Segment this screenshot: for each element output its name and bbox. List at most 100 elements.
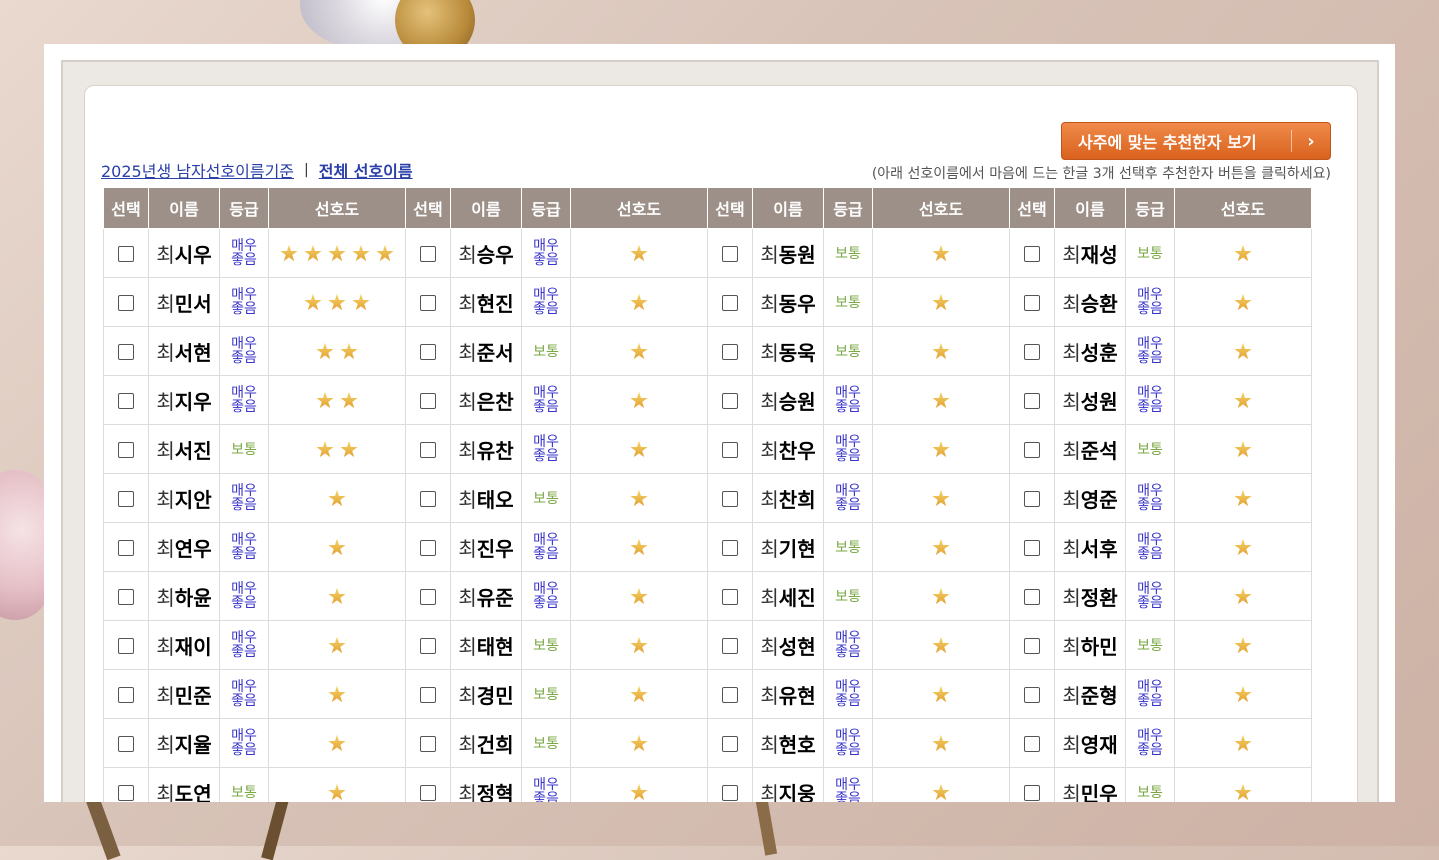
name-checkbox[interactable] bbox=[722, 638, 738, 654]
given-name-text: 성현 bbox=[778, 634, 816, 659]
name-checkbox[interactable] bbox=[1024, 442, 1040, 458]
name-checkbox[interactable] bbox=[118, 736, 134, 752]
surname-text: 최 bbox=[1062, 438, 1081, 463]
name-checkbox[interactable] bbox=[420, 344, 436, 360]
surname-text: 최 bbox=[760, 438, 779, 463]
name-checkbox[interactable] bbox=[1024, 344, 1040, 360]
given-name-text: 재성 bbox=[1080, 242, 1118, 267]
name-checkbox[interactable] bbox=[1024, 246, 1040, 262]
name-checkbox[interactable] bbox=[118, 589, 134, 605]
select-cell bbox=[1009, 718, 1055, 768]
name-cell: 최영준 bbox=[1054, 473, 1126, 523]
name-checkbox[interactable] bbox=[420, 785, 436, 801]
preference-cell bbox=[872, 473, 1010, 523]
name-checkbox[interactable] bbox=[118, 540, 134, 556]
grade-label: 매우좋음 bbox=[835, 727, 861, 758]
given-name-text: 유찬 bbox=[476, 438, 514, 463]
filter-link-all[interactable]: 전체 선호이름 bbox=[319, 158, 413, 182]
name-checkbox[interactable] bbox=[420, 589, 436, 605]
name-checkbox[interactable] bbox=[420, 687, 436, 703]
name-cell: 최지율 bbox=[148, 718, 220, 768]
name-checkbox[interactable] bbox=[722, 785, 738, 801]
grade-label: 보통 bbox=[533, 344, 559, 360]
name-cell: 최경민 bbox=[450, 669, 522, 719]
grade-cell: 매우좋음 bbox=[219, 620, 269, 670]
name-cell: 최준형 bbox=[1054, 669, 1126, 719]
grade-cell: 보통 bbox=[219, 424, 269, 474]
table-row: 최시우 매우좋음 최승우 매우좋음 최동원 보통 최재성 보통 bbox=[103, 228, 1312, 278]
name-checkbox[interactable] bbox=[1024, 785, 1040, 801]
recommend-hanja-button[interactable]: 사주에 맞는 추천한자 보기 › bbox=[1061, 122, 1331, 160]
preference-cell bbox=[872, 669, 1010, 719]
preference-cell bbox=[1174, 375, 1312, 425]
preference-cell bbox=[872, 375, 1010, 425]
star-icon bbox=[1234, 342, 1252, 360]
name-checkbox[interactable] bbox=[722, 589, 738, 605]
name-cell: 최서진 bbox=[148, 424, 220, 474]
select-cell bbox=[1009, 571, 1055, 621]
grade-label: 매우좋음 bbox=[231, 727, 257, 758]
name-checkbox[interactable] bbox=[420, 295, 436, 311]
name-checkbox[interactable] bbox=[118, 295, 134, 311]
name-checkbox[interactable] bbox=[722, 442, 738, 458]
name-checkbox[interactable] bbox=[118, 491, 134, 507]
surname-text: 최 bbox=[1062, 389, 1081, 414]
surname-text: 최 bbox=[1062, 536, 1081, 561]
name-checkbox[interactable] bbox=[722, 736, 738, 752]
surname-text: 최 bbox=[1062, 242, 1081, 267]
star-icon bbox=[328, 636, 346, 654]
star-icon bbox=[1234, 734, 1252, 752]
surname-text: 최 bbox=[1062, 487, 1081, 512]
star-icon bbox=[340, 391, 358, 409]
name-checkbox[interactable] bbox=[722, 295, 738, 311]
name-checkbox[interactable] bbox=[722, 246, 738, 262]
filter-link-2025-male[interactable]: 2025년생 남자선호이름기준 bbox=[101, 158, 294, 182]
star-icon bbox=[630, 538, 648, 556]
name-checkbox[interactable] bbox=[1024, 295, 1040, 311]
name-checkbox[interactable] bbox=[420, 491, 436, 507]
given-name-text: 찬희 bbox=[778, 487, 816, 512]
name-checkbox[interactable] bbox=[1024, 491, 1040, 507]
name-checkbox[interactable] bbox=[118, 638, 134, 654]
name-checkbox[interactable] bbox=[420, 393, 436, 409]
surname-text: 최 bbox=[458, 291, 477, 316]
name-cell: 최은찬 bbox=[450, 375, 522, 425]
name-checkbox[interactable] bbox=[1024, 736, 1040, 752]
name-checkbox[interactable] bbox=[118, 785, 134, 801]
grade-label: 매우좋음 bbox=[835, 482, 861, 513]
name-checkbox[interactable] bbox=[1024, 589, 1040, 605]
name-checkbox[interactable] bbox=[118, 442, 134, 458]
name-checkbox[interactable] bbox=[420, 736, 436, 752]
grade-cell: 매우좋음 bbox=[219, 718, 269, 768]
grade-cell: 매우좋음 bbox=[823, 473, 873, 523]
name-cell: 최세진 bbox=[752, 571, 824, 621]
name-checkbox[interactable] bbox=[1024, 638, 1040, 654]
name-checkbox[interactable] bbox=[1024, 540, 1040, 556]
surname-text: 최 bbox=[760, 340, 779, 365]
preference-cell bbox=[872, 326, 1010, 376]
name-checkbox[interactable] bbox=[118, 393, 134, 409]
table-row: 최민서 매우좋음 최현진 매우좋음 최동우 보통 최승환 매우좋음 bbox=[103, 277, 1312, 327]
name-checkbox[interactable] bbox=[118, 246, 134, 262]
name-checkbox[interactable] bbox=[722, 393, 738, 409]
given-name-text: 연우 bbox=[174, 536, 212, 561]
grade-cell: 매우좋음 bbox=[521, 522, 571, 572]
name-checkbox[interactable] bbox=[118, 344, 134, 360]
name-checkbox[interactable] bbox=[722, 491, 738, 507]
name-checkbox[interactable] bbox=[118, 687, 134, 703]
star-icon bbox=[376, 244, 394, 262]
name-checkbox[interactable] bbox=[722, 540, 738, 556]
grade-cell: 매우좋음 bbox=[1125, 718, 1175, 768]
name-checkbox[interactable] bbox=[1024, 687, 1040, 703]
given-name-text: 준서 bbox=[476, 340, 514, 365]
name-checkbox[interactable] bbox=[722, 344, 738, 360]
name-checkbox[interactable] bbox=[1024, 393, 1040, 409]
star-icon bbox=[352, 293, 370, 311]
surname-text: 최 bbox=[458, 683, 477, 708]
name-checkbox[interactable] bbox=[420, 638, 436, 654]
name-checkbox[interactable] bbox=[722, 687, 738, 703]
name-checkbox[interactable] bbox=[420, 540, 436, 556]
grade-label: 보통 bbox=[533, 736, 559, 752]
name-checkbox[interactable] bbox=[420, 442, 436, 458]
name-checkbox[interactable] bbox=[420, 246, 436, 262]
